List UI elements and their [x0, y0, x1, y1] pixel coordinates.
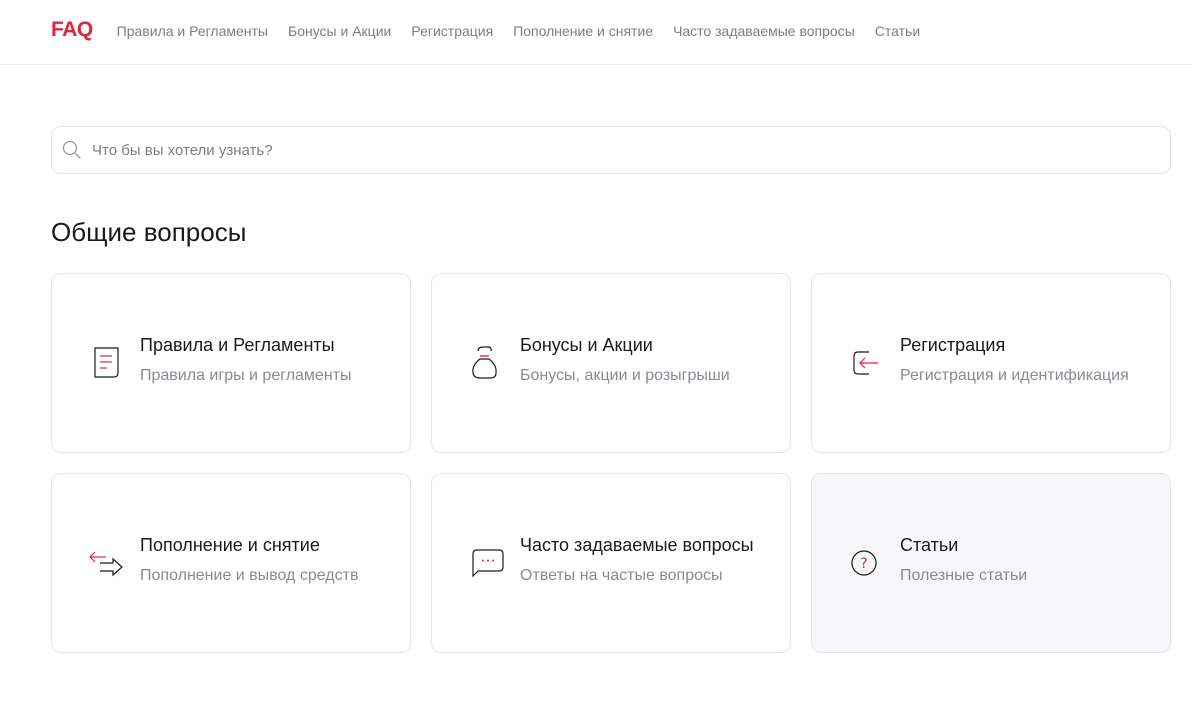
- card-description: Правила игры и регламенты: [140, 367, 352, 384]
- top-nav: Правила и Регламенты Бонусы и Акции Реги…: [117, 23, 940, 39]
- card-title: Регистрация: [900, 335, 1006, 355]
- card-description: Регистрация и идентификация: [900, 367, 1129, 384]
- card-title: Статьи: [900, 535, 959, 555]
- card-title: Правила и Регламенты: [140, 335, 335, 355]
- svg-text:?: ?: [860, 556, 867, 572]
- faq-logo[interactable]: FAQ: [51, 18, 93, 42]
- card-registration[interactable]: Регистрация Регистрация и идентификация: [811, 273, 1171, 453]
- card-description: Полезные статьи: [900, 567, 1028, 584]
- nav-item-faq[interactable]: Часто задаваемые вопросы: [673, 23, 855, 39]
- nav-item-payments[interactable]: Пополнение и снятие: [513, 23, 653, 39]
- section-title: Общие вопросы: [51, 217, 247, 247]
- card-bonuses[interactable]: Бонусы и Акции Бонусы, акции и розыгрыши: [431, 273, 791, 453]
- transfer-arrows-icon: [76, 535, 132, 591]
- nav-item-rules[interactable]: Правила и Регламенты: [117, 23, 268, 39]
- category-grid: Правила и Регламенты Правила игры и регл…: [51, 273, 1171, 653]
- search-input[interactable]: [92, 141, 1170, 159]
- card-faq[interactable]: Часто задаваемые вопросы Ответы на часты…: [431, 473, 791, 653]
- card-title: Пополнение и снятие: [140, 535, 320, 555]
- card-payments[interactable]: Пополнение и снятие Пополнение и вывод с…: [51, 473, 411, 653]
- card-description: Ответы на частые вопросы: [520, 567, 723, 584]
- question-circle-icon: ?: [836, 535, 892, 591]
- card-title: Бонусы и Акции: [520, 335, 653, 355]
- card-title: Часто задаваемые вопросы: [520, 535, 754, 555]
- search-box[interactable]: [51, 126, 1171, 174]
- card-articles[interactable]: ? Статьи Полезные статьи: [811, 473, 1171, 653]
- nav-item-registration[interactable]: Регистрация: [411, 23, 493, 39]
- search-icon: [62, 140, 81, 159]
- login-icon: [836, 335, 892, 391]
- card-description: Бонусы, акции и розыгрыши: [520, 367, 730, 384]
- card-rules[interactable]: Правила и Регламенты Правила игры и регл…: [51, 273, 411, 453]
- chat-bubble-icon: [456, 535, 512, 591]
- card-description: Пополнение и вывод средств: [140, 567, 359, 584]
- header: FAQ Правила и Регламенты Бонусы и Акции …: [0, 0, 1192, 65]
- document-icon: [76, 335, 132, 391]
- bag-icon: [456, 335, 512, 391]
- nav-item-articles[interactable]: Статьи: [875, 23, 920, 39]
- nav-item-bonuses[interactable]: Бонусы и Акции: [288, 23, 391, 39]
